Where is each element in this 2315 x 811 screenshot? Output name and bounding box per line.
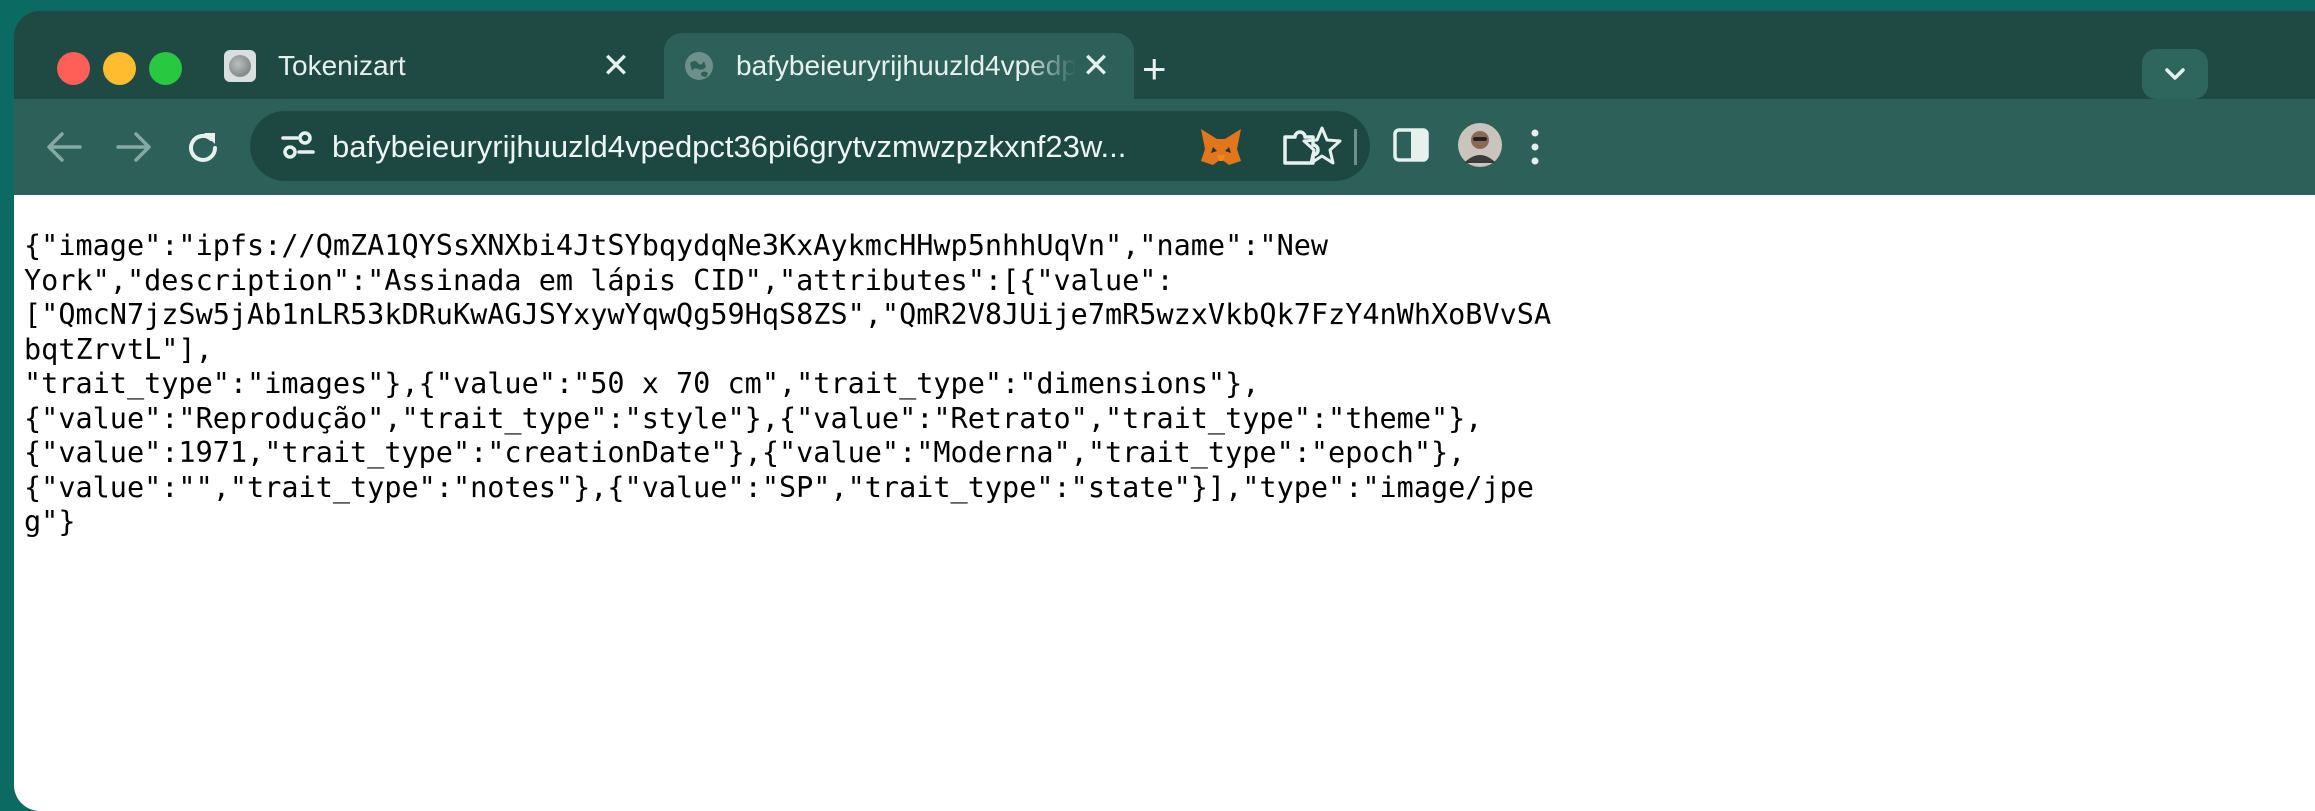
navigation-toolbar: bafybeieuryrijhuuzld4vpedpct36pi6grytvzm…	[14, 99, 2315, 195]
page-content: {"image":"ipfs://QmZA1QYSsXNXbi4JtSYbqyd…	[14, 195, 2315, 811]
side-panel-icon[interactable]	[1391, 125, 1431, 165]
toolbar-divider	[1354, 129, 1357, 165]
tab-search-button[interactable]	[2142, 49, 2208, 99]
new-tab-button[interactable]: +	[1142, 48, 1167, 90]
tab-tokenizart[interactable]: Tokenizart ✕	[204, 33, 654, 99]
json-metadata-text: {"image":"ipfs://QmZA1QYSsXNXbi4JtSYbqyd…	[24, 229, 1552, 538]
maximize-window-button[interactable]	[149, 52, 182, 85]
url-text: bafybeieuryrijhuuzld4vpedpct36pi6grytvzm…	[332, 129, 1127, 164]
close-window-button[interactable]	[57, 52, 90, 85]
tab-close-icon[interactable]: ✕	[596, 46, 636, 86]
image-favicon-icon	[224, 50, 256, 82]
profile-avatar[interactable]	[1456, 121, 1504, 169]
menu-kebab-icon[interactable]	[1529, 127, 1541, 167]
tab-json-active[interactable]: bafybeieuryrijhuuzld4vpedpct36pi6grytvzm…	[664, 33, 1134, 99]
browser-window: Tokenizart ✕ bafybeieuryrijhuuzld4vpedpc…	[14, 11, 2315, 811]
globe-icon	[685, 52, 713, 80]
metamask-fox-icon[interactable]	[1197, 125, 1245, 169]
tab-bar: Tokenizart ✕ bafybeieuryrijhuuzld4vpedpc…	[14, 11, 2315, 99]
site-info-icon[interactable]	[280, 127, 316, 163]
reload-icon[interactable]	[184, 129, 222, 167]
minimize-window-button[interactable]	[103, 52, 136, 85]
back-arrow-icon[interactable]	[44, 129, 84, 165]
tab-close-icon[interactable]: ✕	[1076, 46, 1116, 86]
tab-title: bafybeieuryrijhuuzld4vpedpct36pi6grytvzm…	[736, 50, 1076, 81]
chevron-down-icon	[2165, 68, 2185, 80]
extensions-puzzle-icon[interactable]	[1279, 125, 1323, 169]
forward-arrow-icon[interactable]	[114, 129, 154, 165]
tab-title: Tokenizart	[278, 50, 406, 81]
